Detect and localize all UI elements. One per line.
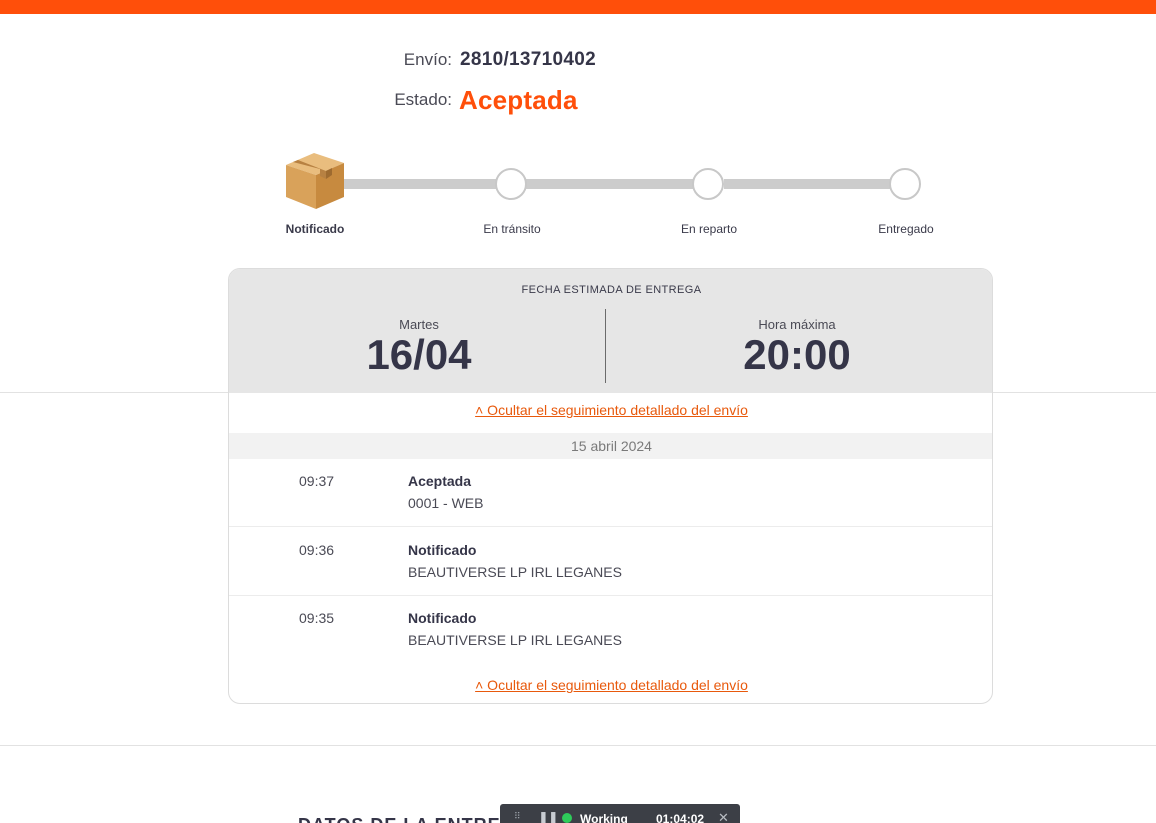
shipment-number: 2810/13710402	[460, 49, 596, 70]
shipment-status-label: Estado:	[394, 90, 452, 109]
progress-line-segment	[724, 179, 896, 189]
tracking-date-group: 15 abril 2024	[229, 433, 992, 459]
package-box-icon	[286, 153, 344, 209]
event-detail: BEAUTIVERSE LP IRL LEGANES	[408, 632, 622, 648]
shipment-status: Aceptada	[459, 85, 578, 115]
section-divider	[0, 745, 1156, 746]
max-hour-label: Hora máxima	[758, 317, 836, 332]
event-detail: 0001 - WEB	[408, 495, 484, 511]
column-divider	[605, 309, 606, 383]
step-notificado-label: Notificado	[285, 222, 345, 236]
close-icon[interactable]: ✕	[718, 810, 729, 823]
step-en-reparto-label: En reparto	[680, 222, 738, 236]
delivery-day-label: Martes	[399, 317, 439, 332]
brand-top-bar	[0, 0, 1156, 14]
shipment-number-label: Envío:	[403, 50, 452, 69]
step-en-reparto-circle	[692, 168, 724, 200]
event-time: 09:37	[299, 473, 335, 489]
event-status: Aceptada	[408, 473, 472, 489]
delivery-data-heading: DATOS DE LA ENTREGA	[298, 815, 530, 823]
event-time: 09:36	[299, 542, 335, 558]
progress-line-segment	[526, 179, 698, 189]
step-entregado-label: Entregado	[878, 222, 934, 236]
tracking-event: 09:37 Aceptada 0001 - WEB	[229, 459, 992, 527]
work-timer: 01:04:02	[656, 812, 705, 823]
delivery-date: 16/04	[366, 331, 472, 378]
event-status: Notificado	[408, 610, 477, 626]
progress-line-segment	[340, 179, 500, 189]
event-time: 09:35	[299, 610, 335, 626]
tracking-event: 09:36 Notificado BEAUTIVERSE LP IRL LEGA…	[229, 528, 992, 596]
pause-icon[interactable]: ❚❚	[538, 810, 559, 823]
tracking-event: 09:35 Notificado BEAUTIVERSE LP IRL LEGA…	[229, 596, 992, 664]
step-en-transito-circle	[495, 168, 527, 200]
max-hour: 20:00	[743, 331, 851, 378]
estimated-delivery-panel: FECHA ESTIMADA DE ENTREGA Martes 16/04 H…	[229, 269, 992, 393]
grip-icon[interactable]: ⠿	[514, 811, 524, 821]
status-dot-icon	[562, 813, 572, 823]
hide-tracking-link-bottom[interactable]: ˄ Ocultar el seguimiento detallado del e…	[229, 677, 992, 693]
tracking-card: FECHA ESTIMADA DE ENTREGA Martes 16/04 H…	[228, 268, 993, 704]
work-timer-toolbar: ⠿ ❚❚ Working 01:04:02 ✕	[500, 804, 740, 823]
step-entregado-circle	[889, 168, 921, 200]
hide-tracking-link[interactable]: ˄ Ocultar el seguimiento detallado del e…	[229, 402, 992, 418]
estimated-delivery-title: FECHA ESTIMADA DE ENTREGA	[521, 284, 702, 296]
work-status: Working	[580, 812, 628, 823]
event-detail: BEAUTIVERSE LP IRL LEGANES	[408, 564, 622, 580]
step-en-transito-label: En tránsito	[483, 222, 541, 236]
event-status: Notificado	[408, 542, 477, 558]
